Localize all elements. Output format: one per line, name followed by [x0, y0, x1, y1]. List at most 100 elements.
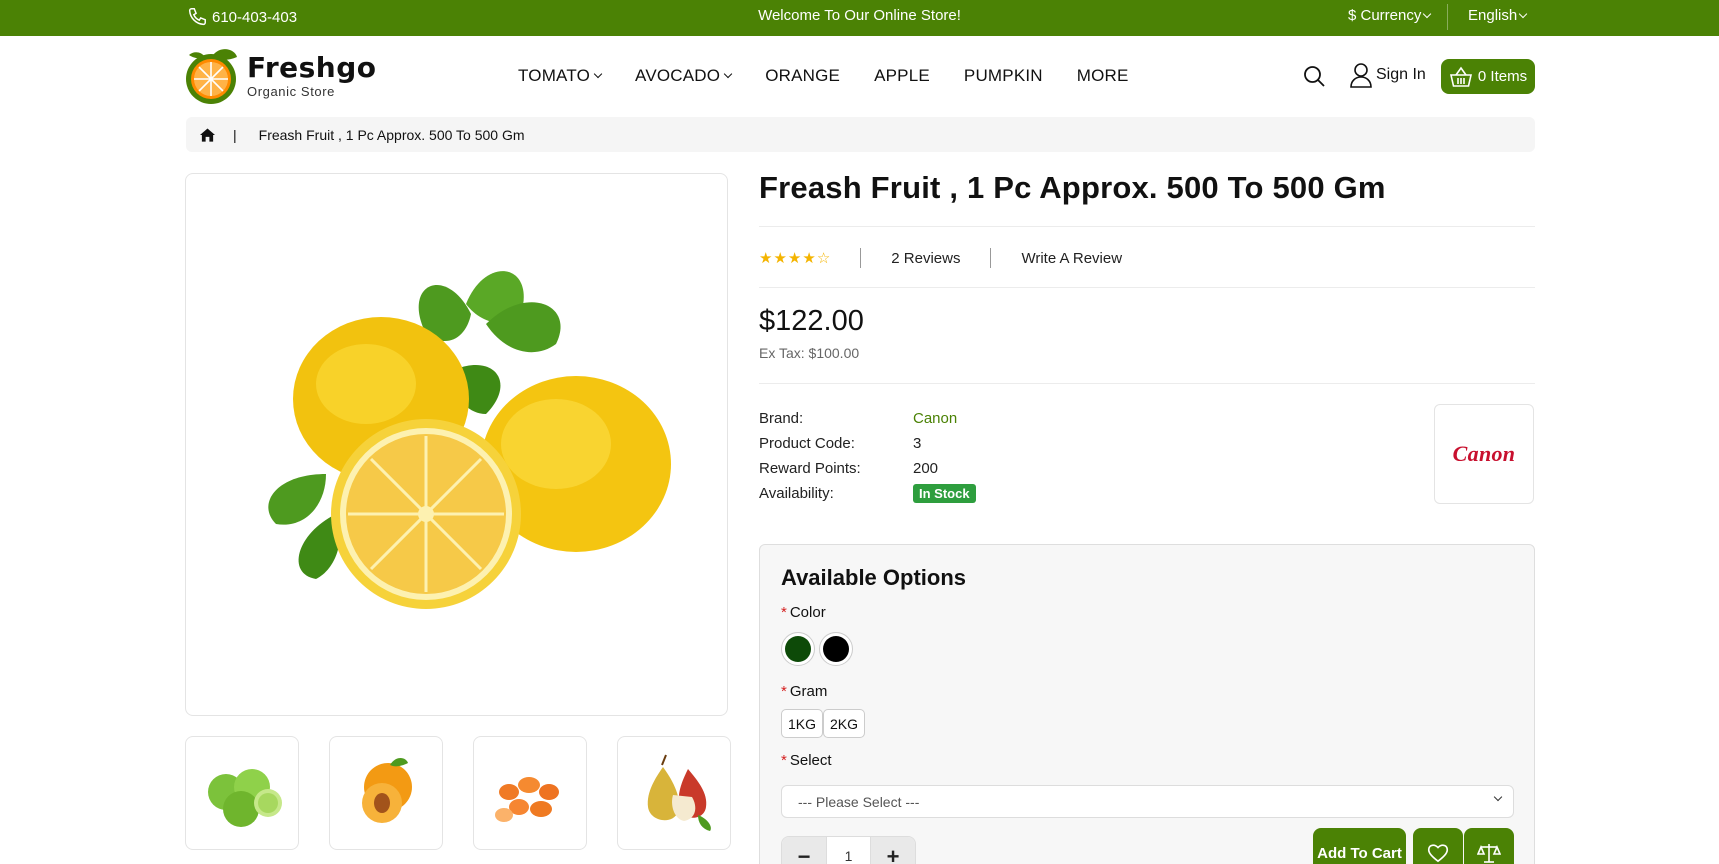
nav-label: TOMATO — [518, 66, 591, 85]
nav-item-tomato[interactable]: TOMATO — [518, 66, 603, 86]
color-dot — [785, 636, 811, 662]
main-nav: TOMATO AVOCADO ORANGE APPLE PUMPKIN MORE — [518, 66, 1163, 86]
product-title: Freash Fruit , 1 Pc Approx. 500 To 500 G… — [759, 170, 1386, 205]
orange-logo-icon — [186, 49, 237, 104]
spec-key: Brand: — [759, 410, 804, 427]
welcome-message: Welcome To Our Online Store! — [758, 7, 961, 24]
spec-row-brand: Brand: Canon — [759, 406, 976, 431]
gram-option-2kg[interactable]: 2KG — [823, 709, 866, 738]
gram-option-1kg[interactable]: 1KG — [781, 709, 824, 738]
color-dot — [823, 636, 849, 662]
nav-item-pumpkin[interactable]: PUMPKIN — [964, 66, 1043, 86]
home-icon[interactable] — [200, 127, 215, 142]
color-swatch-black[interactable] — [819, 632, 853, 666]
product-main-image[interactable] — [185, 173, 728, 716]
phone-contact[interactable]: 610-403-403 — [186, 6, 297, 28]
user-icon — [1350, 63, 1372, 88]
nav-label: APPLE — [874, 66, 930, 85]
lemons-image — [268, 271, 671, 609]
required-mark: * — [781, 604, 787, 621]
thumbnail-apricots[interactable] — [329, 736, 443, 850]
write-review-link[interactable]: Write A Review — [1021, 250, 1122, 267]
star-filled-icon: ★ — [802, 250, 816, 267]
select-option-label: * Select — [781, 752, 832, 769]
spec-key: Availability: — [759, 485, 834, 502]
apricots-image — [362, 758, 412, 823]
compare-button[interactable] — [1464, 828, 1514, 864]
color-option-label: * Color — [781, 604, 826, 621]
pears-image — [647, 754, 711, 831]
logo-tagline: Organic Store — [247, 84, 336, 99]
phone-icon — [188, 8, 206, 26]
search-button[interactable] — [1302, 64, 1326, 88]
logo-name: Freshgo — [247, 51, 377, 84]
language-dropdown[interactable]: English — [1468, 7, 1528, 24]
gram-label-text: Gram — [789, 683, 828, 700]
quantity-input[interactable]: 1 — [826, 837, 871, 864]
search-icon — [1304, 66, 1325, 87]
heart-icon — [1427, 844, 1449, 863]
required-mark: * — [781, 683, 787, 700]
star-filled-icon: ★ — [759, 250, 773, 267]
reviews-link[interactable]: 2 Reviews — [891, 250, 960, 267]
currency-dropdown[interactable]: $ Currency — [1348, 7, 1432, 24]
spec-row-reward-points: Reward Points: 200 — [759, 456, 976, 481]
kumquats-image — [495, 777, 559, 822]
color-swatch-green[interactable] — [781, 632, 815, 666]
cart-button[interactable]: 0 Items — [1441, 59, 1535, 94]
spec-row-availability: Availability: In Stock — [759, 481, 976, 506]
thumbnail-limes[interactable] — [185, 736, 299, 850]
scale-icon — [1477, 844, 1501, 863]
phone-number: 610-403-403 — [212, 8, 298, 26]
divider — [759, 287, 1535, 288]
brand-logo-text: Canon — [1452, 441, 1516, 466]
nav-label: AVOCADO — [635, 66, 721, 85]
brand-logo[interactable]: Canon — [1434, 404, 1534, 504]
star-filled-icon: ★ — [773, 250, 787, 267]
chevron-down-icon — [723, 69, 733, 79]
nav-item-more[interactable]: MORE — [1077, 66, 1129, 86]
select-label-text: Select — [789, 752, 832, 769]
store-logo[interactable]: Freshgo Organic Store — [183, 47, 377, 105]
color-label-text: Color — [789, 604, 826, 621]
gram-option-label: * Gram — [781, 683, 827, 700]
cart-count: 0 Items — [1477, 68, 1528, 85]
nav-item-orange[interactable]: ORANGE — [765, 66, 840, 86]
rating-divider — [990, 248, 992, 268]
options-title: Available Options — [781, 565, 967, 590]
nav-item-avocado[interactable]: AVOCADO — [635, 66, 733, 86]
select-placeholder: --- Please Select --- — [798, 793, 920, 810]
thumbnail-pears[interactable] — [617, 736, 731, 850]
sign-in-link[interactable]: Sign In — [1349, 62, 1426, 88]
spec-key: Reward Points: — [759, 460, 861, 477]
quantity-decrease-button[interactable]: − — [782, 837, 826, 864]
divider — [759, 226, 1535, 227]
nav-label: PUMPKIN — [963, 66, 1043, 85]
thumbnail-kumquats[interactable] — [473, 736, 587, 850]
in-stock-badge: In Stock — [913, 484, 976, 503]
chevron-down-icon — [1423, 9, 1432, 18]
nav-item-apple[interactable]: APPLE — [874, 66, 930, 86]
spec-value: 200 — [913, 460, 939, 477]
wishlist-button[interactable] — [1413, 828, 1463, 864]
breadcrumb: | Freash Fruit , 1 Pc Approx. 500 To 500… — [186, 117, 1535, 152]
brand-link[interactable]: Canon — [913, 410, 957, 427]
top-bar: 610-403-403 Welcome To Our Online Store!… — [0, 0, 1719, 36]
option-select[interactable]: --- Please Select --- — [781, 785, 1514, 818]
nav-label: ORANGE — [765, 66, 841, 85]
breadcrumb-current[interactable]: Freash Fruit , 1 Pc Approx. 500 To 500 G… — [259, 127, 525, 143]
add-to-cart-button[interactable]: Add To Cart — [1313, 828, 1406, 864]
topbar-divider — [1447, 4, 1448, 30]
breadcrumb-divider: | — [233, 126, 237, 143]
quantity-increase-button[interactable]: + — [871, 837, 915, 864]
star-filled-icon: ★ — [787, 250, 802, 267]
basket-icon — [1449, 66, 1472, 87]
ex-tax-price: Ex Tax: $100.00 — [759, 345, 860, 361]
chevron-down-icon — [1493, 792, 1503, 802]
nav-label: MORE — [1076, 66, 1129, 85]
spec-key: Product Code: — [759, 435, 855, 452]
spec-row-product-code: Product Code: 3 — [759, 431, 976, 456]
rating-row: ★ ★ ★ ★ ☆ 2 Reviews Write A Review — [759, 246, 1122, 270]
language-label: English — [1468, 7, 1518, 24]
chevron-down-icon — [593, 69, 603, 79]
